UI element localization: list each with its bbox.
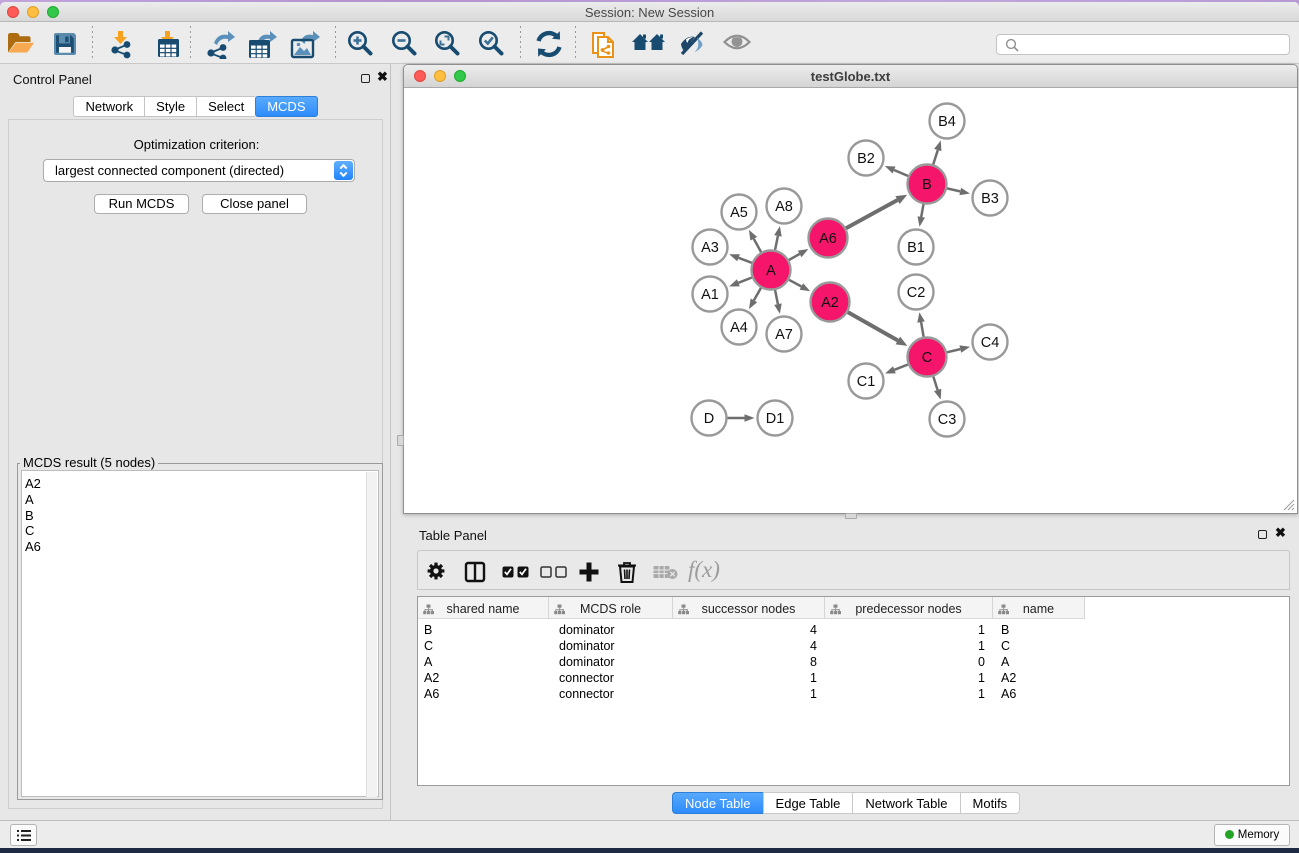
svg-text:C: C [922,350,932,366]
svg-text:B1: B1 [907,240,925,256]
svg-text:B2: B2 [857,151,875,167]
svg-text:C4: C4 [981,335,1000,351]
svg-text:A8: A8 [775,199,793,215]
svg-text:A6: A6 [819,231,837,247]
svg-text:C2: C2 [907,285,926,301]
svg-text:A2: A2 [821,295,839,311]
svg-text:A4: A4 [730,320,748,336]
svg-text:B4: B4 [938,114,956,130]
svg-text:B3: B3 [981,191,999,207]
svg-text:D: D [704,411,714,427]
svg-text:A5: A5 [730,205,748,221]
svg-text:A7: A7 [775,327,793,343]
svg-text:A: A [766,263,776,279]
svg-text:B: B [922,177,932,193]
svg-text:A3: A3 [701,240,719,256]
svg-text:C3: C3 [938,412,957,428]
svg-text:C1: C1 [857,374,876,390]
svg-text:D1: D1 [766,411,785,427]
svg-text:A1: A1 [701,287,719,303]
